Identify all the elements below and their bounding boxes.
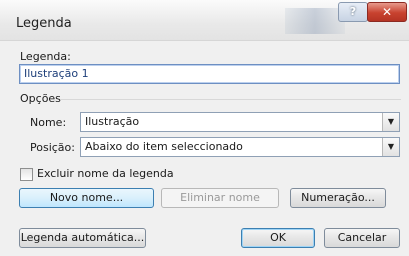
title-bar-decoration [285, 8, 345, 34]
name-select[interactable]: Ilustração ▼ [80, 112, 400, 132]
window-title: Legenda [16, 16, 72, 31]
name-select-value: Ilustração [85, 115, 140, 128]
position-select[interactable]: Abaixo do item seleccionado ▼ [80, 137, 400, 157]
position-label: Posição: [30, 141, 75, 154]
chevron-down-icon[interactable]: ▼ [382, 138, 399, 156]
name-label: Nome: [30, 116, 67, 129]
options-group-label: Opções [20, 92, 61, 105]
new-name-button[interactable]: Novo nome... [19, 188, 154, 208]
exclude-label-checkbox[interactable] [20, 168, 33, 181]
legend-label: Legenda: [20, 50, 71, 63]
exclude-label-text[interactable]: Excluir nome da legenda [37, 167, 174, 180]
options-divider [60, 99, 401, 100]
delete-name-button[interactable]: Eliminar nome [161, 188, 279, 208]
numbering-button[interactable]: Numeração... [290, 188, 386, 208]
help-button[interactable]: ? [338, 2, 368, 22]
chevron-down-icon[interactable]: ▼ [382, 113, 399, 131]
legend-input[interactable]: Ilustração 1 [19, 64, 400, 84]
title-bar: Legenda ? ✕ [0, 0, 409, 41]
ok-button[interactable]: OK [241, 228, 315, 248]
auto-caption-button[interactable]: Legenda automática... [19, 228, 146, 248]
position-select-value: Abaixo do item seleccionado [85, 140, 243, 153]
cancel-button[interactable]: Cancelar [324, 228, 400, 248]
close-button[interactable]: ✕ [367, 2, 407, 22]
